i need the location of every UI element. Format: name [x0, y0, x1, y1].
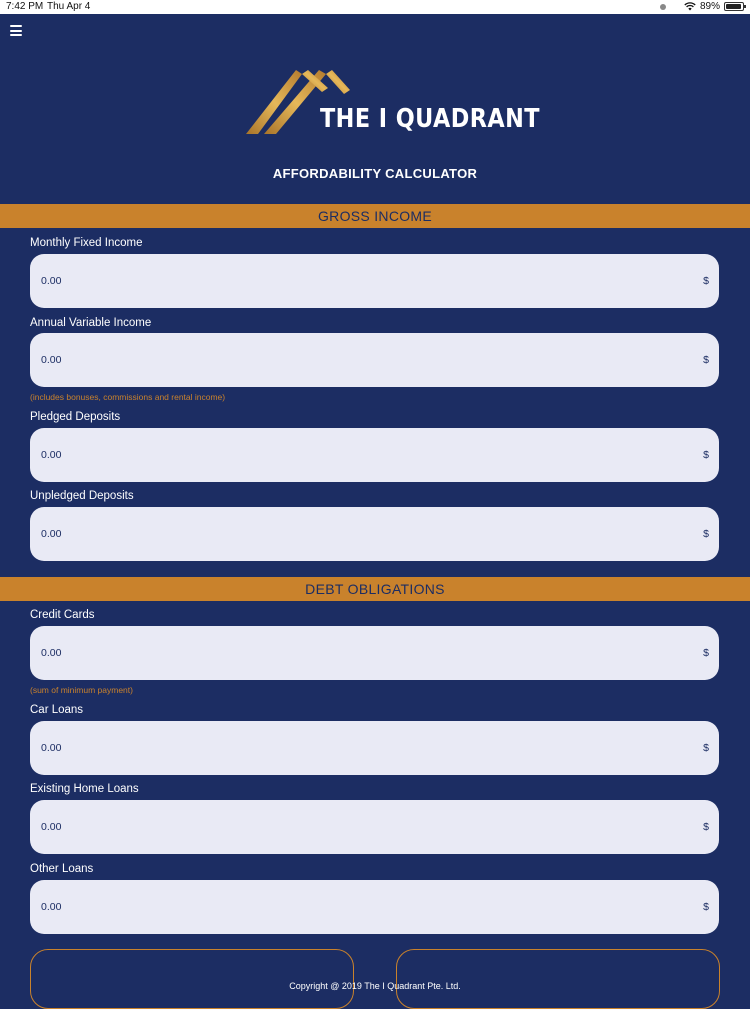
brand-logo: THE I QUADRANT — [246, 70, 540, 136]
field-pledged-deposits[interactable]: $ — [30, 428, 719, 482]
currency-symbol: $ — [703, 821, 709, 833]
field-car-loans[interactable]: $ — [30, 721, 719, 775]
unpledged-deposits-input[interactable] — [41, 507, 681, 561]
label-other-loans: Other Loans — [30, 863, 94, 875]
monthly-fixed-income-input[interactable] — [41, 254, 681, 308]
hint-credit-cards: (sum of minimum payment) — [30, 685, 133, 695]
credit-cards-input[interactable] — [41, 626, 681, 680]
label-pledged-deposits: Pledged Deposits — [30, 411, 121, 423]
label-credit-cards: Credit Cards — [30, 609, 95, 621]
status-right: 89% — [659, 1, 746, 12]
field-existing-home-loans[interactable]: $ — [30, 800, 719, 854]
right-action-button[interactable] — [396, 949, 720, 1009]
left-action-button[interactable] — [30, 949, 354, 1009]
battery-percent: 89% — [699, 1, 720, 12]
currency-symbol: $ — [703, 647, 709, 659]
field-other-loans[interactable]: $ — [30, 880, 719, 934]
wifi-icon — [684, 2, 696, 11]
status-time: 7:42 PM — [6, 1, 44, 12]
label-annual-variable-income: Annual Variable Income — [30, 317, 152, 329]
hint-annual-variable-income: (includes bonuses, commissions and renta… — [30, 392, 226, 402]
status-date: Thu Apr 4 — [47, 1, 91, 12]
car-loans-input[interactable] — [41, 721, 681, 775]
pledged-deposits-input[interactable] — [41, 428, 681, 482]
signal-icon — [659, 3, 666, 10]
field-monthly-fixed-income[interactable]: $ — [30, 254, 719, 308]
menu-icon[interactable] — [10, 25, 22, 36]
label-monthly-fixed-income: Monthly Fixed Income — [30, 237, 143, 249]
section-gross-income: GROSS INCOME — [0, 204, 750, 228]
currency-symbol: $ — [703, 528, 709, 540]
currency-symbol: $ — [703, 449, 709, 461]
status-bar: 7:42 PM Thu Apr 4 89% — [0, 0, 750, 14]
currency-symbol: $ — [703, 742, 709, 754]
annual-variable-income-input[interactable] — [41, 333, 681, 387]
other-loans-input[interactable] — [41, 880, 681, 934]
battery-icon — [724, 2, 746, 11]
field-annual-variable-income[interactable]: $ — [30, 333, 719, 387]
currency-symbol: $ — [703, 901, 709, 913]
label-car-loans: Car Loans — [30, 704, 84, 716]
label-existing-home-loans: Existing Home Loans — [30, 783, 139, 795]
field-unpledged-deposits[interactable]: $ — [30, 507, 719, 561]
brand-name: THE I QUADRANT — [320, 104, 540, 134]
label-unpledged-deposits: Unpledged Deposits — [30, 490, 134, 502]
section-debt-obligations: DEBT OBLIGATIONS — [0, 577, 750, 601]
field-credit-cards[interactable]: $ — [30, 626, 719, 680]
currency-symbol: $ — [703, 354, 709, 366]
footer-copyright: Copyright @ 2019 The I Quadrant Pte. Ltd… — [289, 981, 461, 991]
existing-home-loans-input[interactable] — [41, 800, 681, 854]
currency-symbol: $ — [703, 275, 709, 287]
page-title: AFFORDABILITY CALCULATOR — [272, 166, 478, 181]
